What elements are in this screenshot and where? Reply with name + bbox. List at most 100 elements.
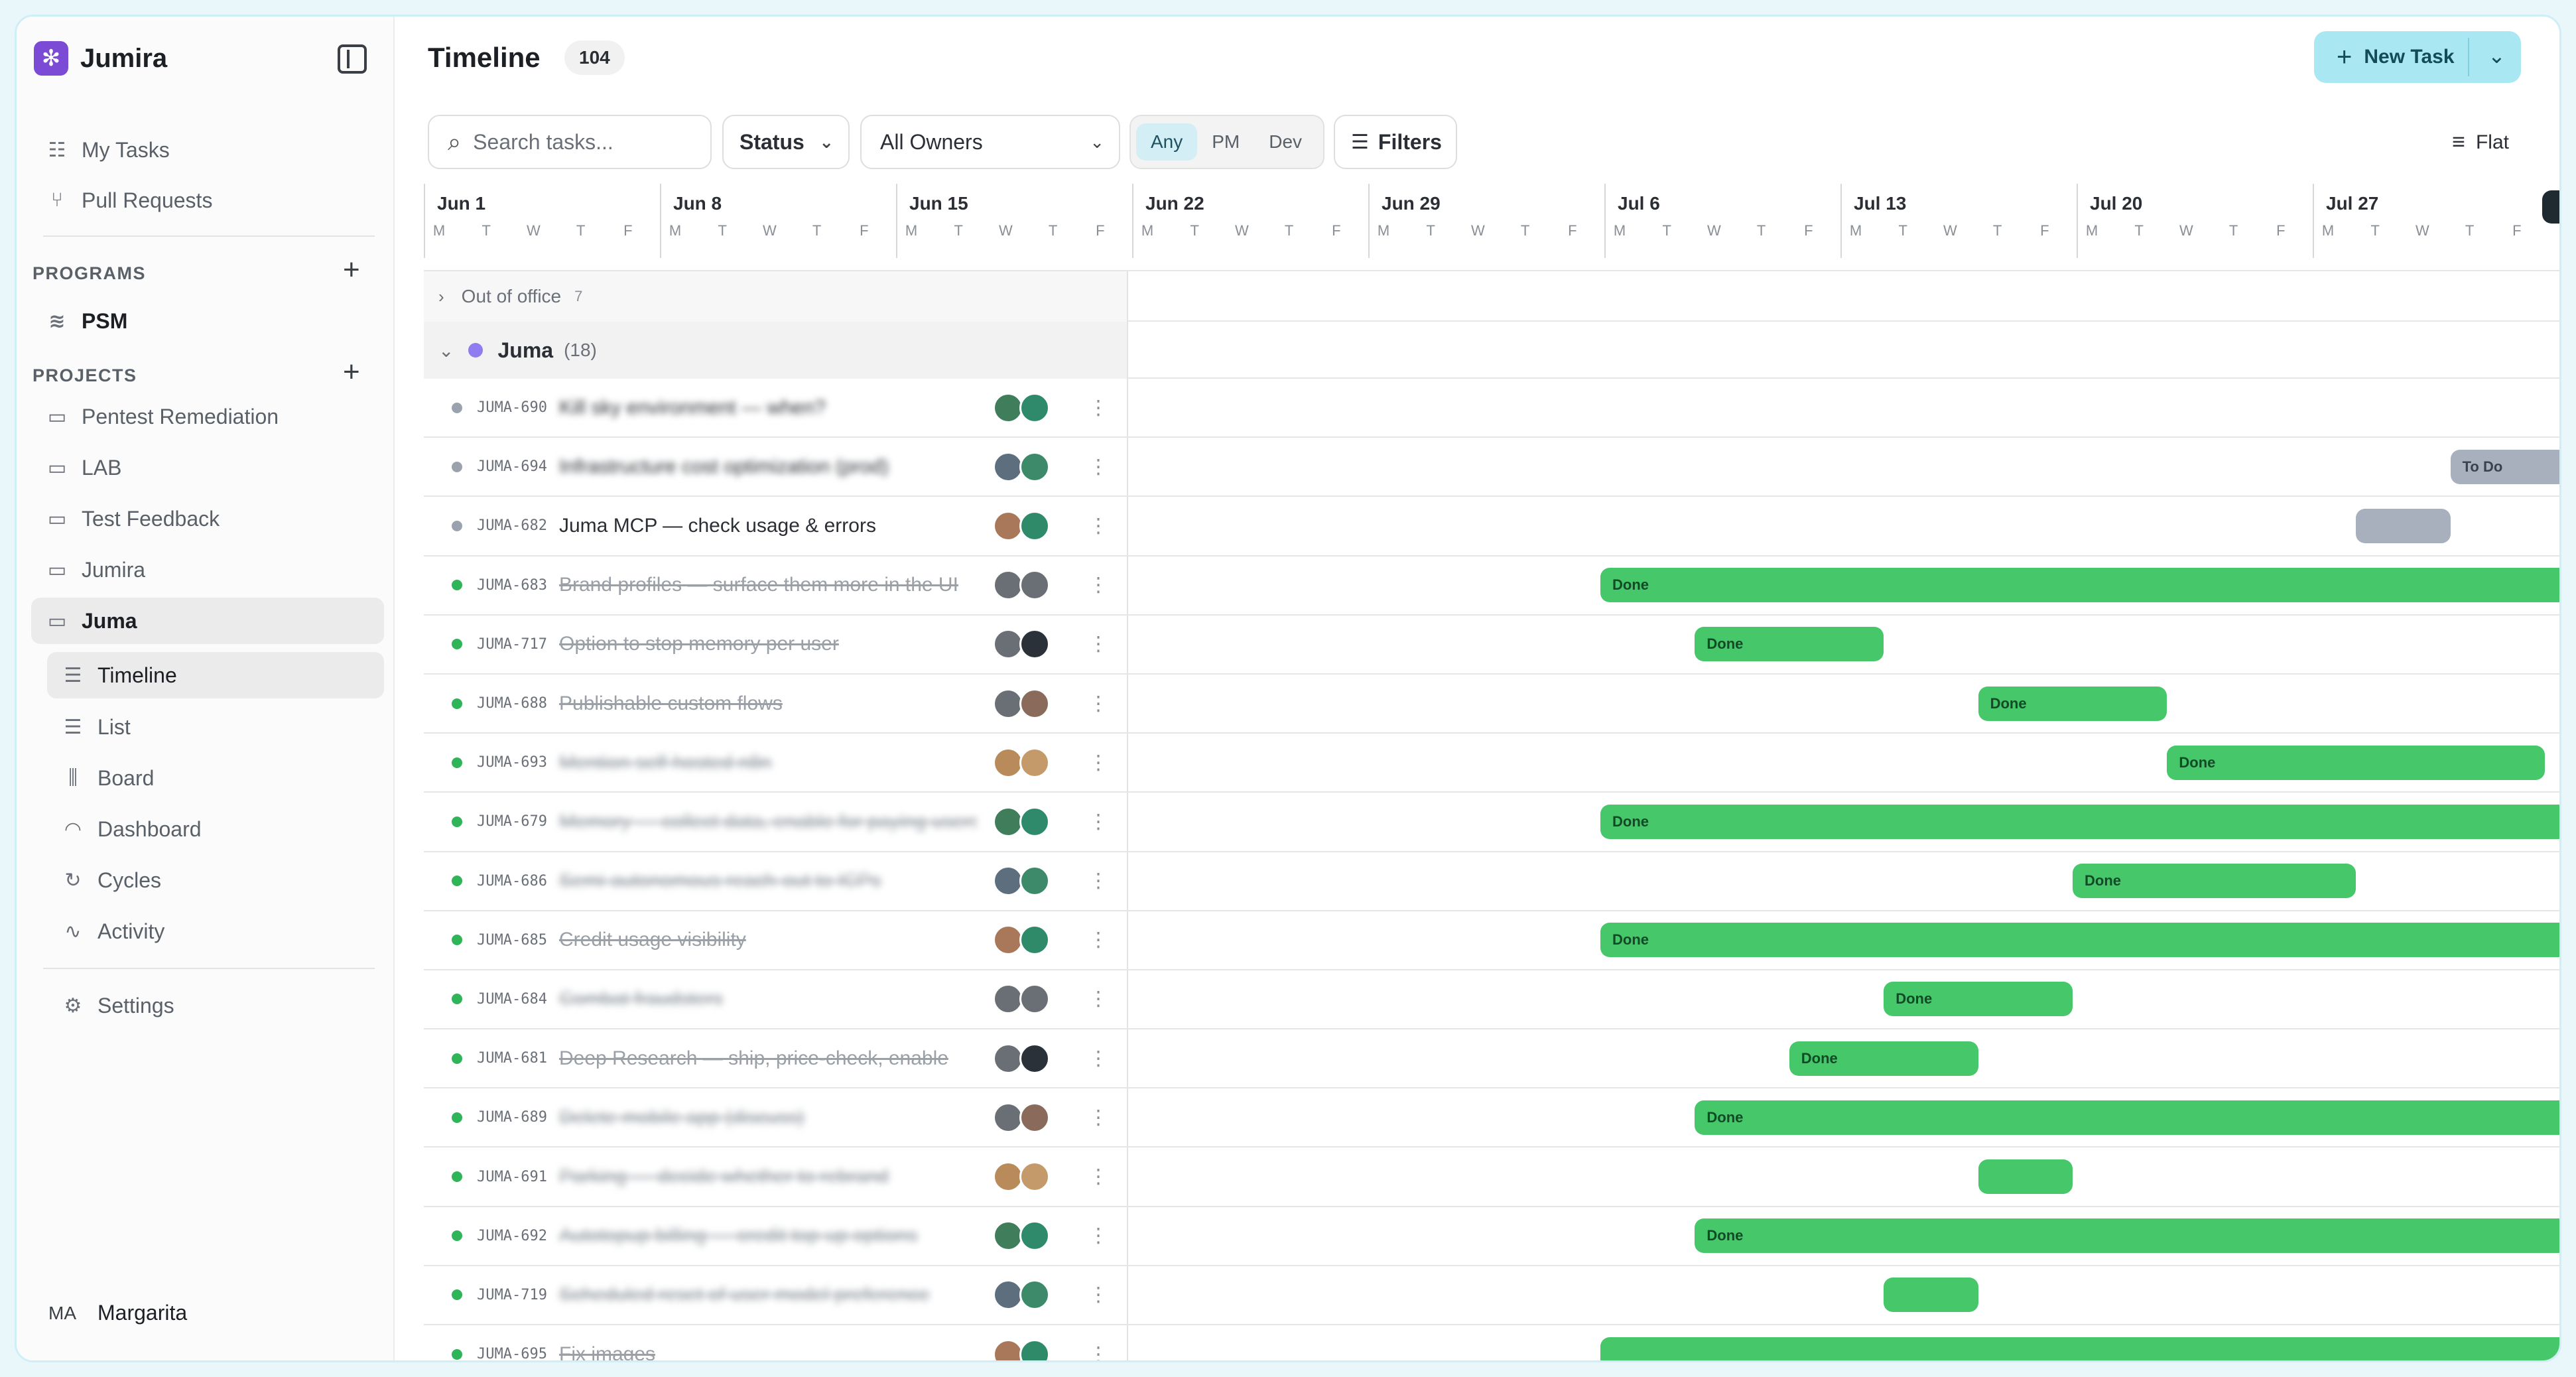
task-name[interactable]: Autotopup billing — credit top-up option… xyxy=(559,1224,977,1247)
sidebar-view-dashboard[interactable]: ◠ Dashboard xyxy=(47,806,384,852)
timeline-bar[interactable] xyxy=(1884,1278,1978,1313)
sidebar-view-timeline[interactable]: ☰ Timeline xyxy=(47,652,384,698)
table-row[interactable]: JUMA-690 Kill sky environment — when? ⋮ xyxy=(424,379,2559,438)
task-name[interactable]: Scheduled reset of user model preference xyxy=(559,1283,977,1306)
more-options-icon[interactable]: ⋮ xyxy=(1088,514,1108,537)
group-out-of-office[interactable]: › Out of office 7 xyxy=(424,271,2559,322)
more-options-icon[interactable]: ⋮ xyxy=(1088,692,1108,715)
more-options-icon[interactable]: ⋮ xyxy=(1088,574,1108,597)
more-options-icon[interactable]: ⋮ xyxy=(1088,633,1108,656)
more-options-icon[interactable]: ⋮ xyxy=(1088,1106,1108,1129)
assignee-avatars[interactable] xyxy=(993,747,1050,778)
task-name[interactable]: Parking — decide whether to rebrand xyxy=(559,1165,977,1188)
task-name[interactable]: Publishable custom flows xyxy=(559,692,977,715)
timeline-bar[interactable]: Done xyxy=(1695,1218,2559,1254)
assignee-avatars[interactable] xyxy=(993,1339,1050,1360)
task-name[interactable]: Mention self-hosted n8n xyxy=(559,752,977,774)
timeline-bar[interactable]: Done xyxy=(1695,1100,2559,1135)
group-juma[interactable]: ⌄ Juma (18) xyxy=(424,322,2559,379)
task-name[interactable]: Credit usage visibility xyxy=(559,929,977,951)
sidebar-item-pentest-remediation[interactable]: ▭ Pentest Remediation xyxy=(31,393,384,440)
task-name[interactable]: Juma MCP — check usage & errors xyxy=(559,515,977,537)
table-row[interactable]: JUMA-685 Credit usage visibility ⋮ Done xyxy=(424,911,2559,970)
more-options-icon[interactable]: ⋮ xyxy=(1088,1283,1108,1307)
assignee-avatars[interactable] xyxy=(993,629,1050,660)
more-options-icon[interactable]: ⋮ xyxy=(1088,988,1108,1011)
search-input[interactable] xyxy=(473,129,686,155)
sidebar-item-test-feedback[interactable]: ▭ Test Feedback xyxy=(31,495,384,542)
task-name[interactable]: Deep Research — ship, price-check, enabl… xyxy=(559,1047,977,1070)
task-name[interactable]: Option to stop memory per user xyxy=(559,633,977,655)
task-name[interactable]: Memory — collect data, enable for paying… xyxy=(559,811,977,833)
new-task-button[interactable]: + New Task ⌄ xyxy=(2314,31,2521,83)
timeline-bar[interactable]: Done xyxy=(1978,686,2167,721)
sidebar-item-pull-requests[interactable]: ⑂ Pull Requests xyxy=(31,177,384,224)
more-options-icon[interactable]: ⋮ xyxy=(1088,396,1108,419)
table-row[interactable]: JUMA-684 Combat fraudsters ⋮ Done xyxy=(424,970,2559,1030)
table-row[interactable]: JUMA-681 Deep Research — ship, price-chec… xyxy=(424,1029,2559,1089)
timeline-bar[interactable]: Done xyxy=(2073,864,2356,899)
sidebar-item-my-tasks[interactable]: ☷ My Tasks xyxy=(31,127,384,173)
assignee-avatars[interactable] xyxy=(993,1043,1050,1074)
more-options-icon[interactable]: ⋮ xyxy=(1088,1165,1108,1189)
assignee-avatars[interactable] xyxy=(993,451,1050,482)
user-profile[interactable]: MA Margarita xyxy=(48,1301,187,1325)
assignee-avatars[interactable] xyxy=(993,925,1050,956)
task-name[interactable]: Delete mobile app (discuss) xyxy=(559,1106,977,1129)
table-row[interactable]: JUMA-679 Memory — collect data, enable fo… xyxy=(424,793,2559,852)
timeline-bar[interactable]: Done xyxy=(1884,982,2073,1017)
assignee-avatars[interactable] xyxy=(993,984,1050,1015)
more-options-icon[interactable]: ⋮ xyxy=(1088,810,1108,833)
timeline-bar[interactable] xyxy=(1978,1159,2073,1195)
table-row[interactable]: JUMA-686 Semi-autonomous reach-out to ICP… xyxy=(424,852,2559,911)
sidebar-item-psm[interactable]: ≋ PSM xyxy=(31,298,384,344)
sidebar-view-cycles[interactable]: ↻ Cycles xyxy=(47,857,384,903)
timeline-bar[interactable] xyxy=(2356,508,2451,543)
timeline-bar[interactable] xyxy=(1600,1337,2559,1360)
task-name[interactable]: Fix images xyxy=(559,1343,977,1360)
add-program-button[interactable]: + xyxy=(343,255,360,285)
more-options-icon[interactable]: ⋮ xyxy=(1088,751,1108,774)
table-row[interactable]: JUMA-692 Autotopup billing — credit top-u… xyxy=(424,1207,2559,1266)
scroll-handle[interactable] xyxy=(2542,190,2559,224)
task-name[interactable]: Infrastructure cost optimization (prod) xyxy=(559,456,977,478)
view-mode-toggle[interactable]: ≡ Flat xyxy=(2452,129,2509,155)
brand[interactable]: ✻ Jumira xyxy=(34,38,167,79)
segment-any[interactable]: Any xyxy=(1136,123,1198,161)
table-row[interactable]: JUMA-691 Parking — decide whether to rebr… xyxy=(424,1148,2559,1207)
table-row[interactable]: JUMA-688 Publishable custom flows ⋮ Done xyxy=(424,674,2559,734)
assignee-avatars[interactable] xyxy=(993,392,1050,423)
assignee-avatars[interactable] xyxy=(993,688,1050,719)
more-options-icon[interactable]: ⋮ xyxy=(1088,929,1108,952)
assignee-avatars[interactable] xyxy=(993,806,1050,837)
segment-pm[interactable]: PM xyxy=(1197,123,1254,161)
sidebar-item-lab[interactable]: ▭ LAB xyxy=(31,444,384,491)
chevron-down-icon[interactable]: ⌄ xyxy=(2488,43,2506,68)
table-row[interactable]: JUMA-695 Fix images ⋮ xyxy=(424,1325,2559,1360)
assignee-avatars[interactable] xyxy=(993,570,1050,601)
collapse-sidebar-icon[interactable] xyxy=(338,44,367,74)
table-row[interactable]: JUMA-694 Infrastructure cost optimization… xyxy=(424,438,2559,497)
table-row[interactable]: JUMA-719 Scheduled reset of user model pr… xyxy=(424,1266,2559,1325)
timeline-bar[interactable]: Done xyxy=(1600,923,2559,958)
more-options-icon[interactable]: ⋮ xyxy=(1088,455,1108,478)
more-options-icon[interactable]: ⋮ xyxy=(1088,1047,1108,1070)
task-name[interactable]: Semi-autonomous reach-out to ICPs xyxy=(559,870,977,892)
task-name[interactable]: Brand profiles — surface them more in th… xyxy=(559,574,977,596)
assignee-avatars[interactable] xyxy=(993,1279,1050,1311)
segment-dev[interactable]: Dev xyxy=(1254,123,1317,161)
timeline-bar[interactable]: Done xyxy=(1789,1041,1978,1076)
more-options-icon[interactable]: ⋮ xyxy=(1088,870,1108,893)
table-row[interactable]: JUMA-683 Brand profiles — surface them mo… xyxy=(424,556,2559,616)
sidebar-item-jumira[interactable]: ▭ Jumira xyxy=(31,547,384,593)
timeline-bar[interactable]: To Do xyxy=(2450,449,2559,484)
task-name[interactable]: Combat fraudsters xyxy=(559,988,977,1010)
assignee-avatars[interactable] xyxy=(993,1102,1050,1133)
assignee-avatars[interactable] xyxy=(993,1161,1050,1193)
timeline-bar[interactable]: Done xyxy=(1600,804,2559,839)
assignee-avatars[interactable] xyxy=(993,1220,1050,1252)
add-project-button[interactable]: + xyxy=(343,358,360,387)
more-options-icon[interactable]: ⋮ xyxy=(1088,1343,1108,1360)
timeline-bar[interactable]: Done xyxy=(1695,627,1884,662)
timeline-bar[interactable]: Done xyxy=(1600,568,2559,603)
